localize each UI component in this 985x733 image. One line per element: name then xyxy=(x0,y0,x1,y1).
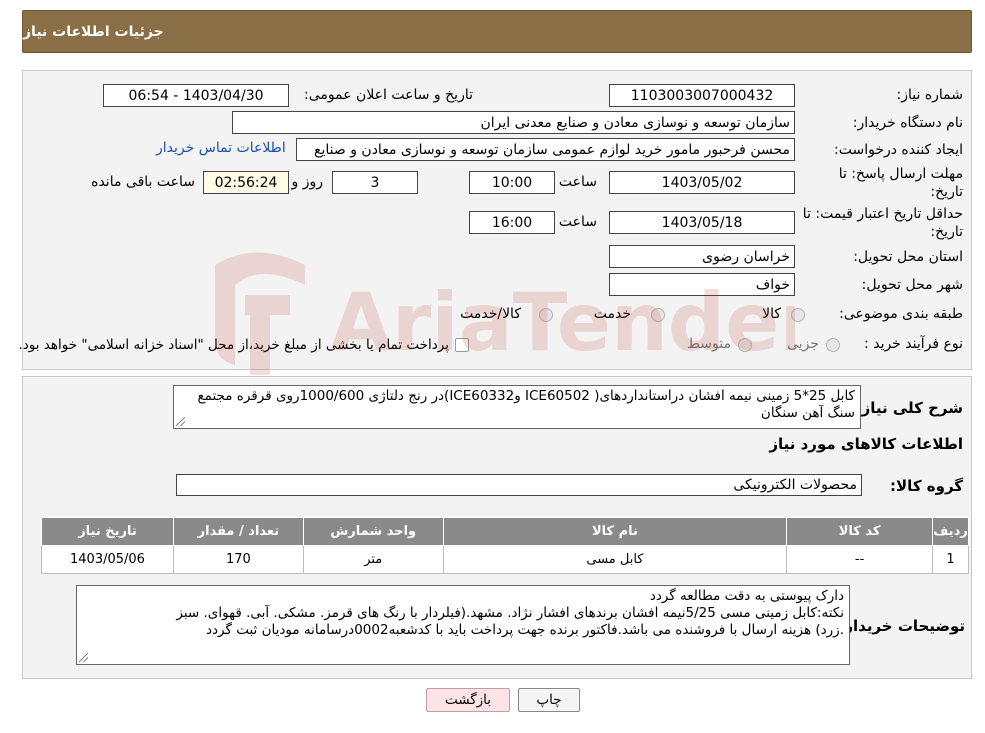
buyer-notes-textarea: دارک پیوستی به دقت مطالعه گردد نکته:کابل… xyxy=(76,585,850,665)
goods-group-label: گروه کالا: xyxy=(890,477,963,495)
province-label: استان محل تحویل: xyxy=(853,249,963,265)
validity-date-field: 1403/05/18 xyxy=(609,211,795,234)
back-button[interactable]: بازگشت xyxy=(426,688,510,712)
goods-section-title: اطلاعات کالاهای مورد نیاز xyxy=(769,435,963,453)
cell-code: -- xyxy=(786,545,934,574)
category-radio-service[interactable] xyxy=(651,308,665,322)
table-row: 1 -- کابل مسی متر 170 1403/05/06 xyxy=(41,545,969,574)
goods-group-field: محصولات الکترونیکی xyxy=(176,474,862,496)
treasury-checkbox[interactable] xyxy=(455,338,469,352)
creator-label: ایجاد کننده درخواست: xyxy=(834,142,963,158)
cell-row: 1 xyxy=(932,545,969,574)
category-radio-goods-service[interactable] xyxy=(539,308,553,322)
goods-table-header: ردیف کد کالا نام کالا واحد شمارش تعداد /… xyxy=(41,517,969,546)
remaining-label: ساعت باقی مانده xyxy=(91,174,195,190)
goods-table: ردیف کد کالا نام کالا واحد شمارش تعداد /… xyxy=(41,517,969,574)
remaining-time-field: 02:56:24 xyxy=(203,171,289,194)
reply-deadline-label: مهلت ارسال پاسخ: تا xyxy=(838,166,963,182)
col-row: ردیف xyxy=(932,517,969,546)
validity-time-label: ساعت xyxy=(558,214,597,230)
buyer-notes-line-2: نکته:کابل زمینی مسی 5/25نیمه افشان برنده… xyxy=(176,605,844,621)
reply-time-field: 10:00 xyxy=(469,171,555,194)
purchase-note: پرداخت تمام یا بخشی از مبلغ خرید،از محل … xyxy=(18,337,449,353)
cell-qty: 170 xyxy=(172,545,304,574)
city-field: خواف xyxy=(609,273,795,296)
col-code: کد کالا xyxy=(786,517,934,546)
need-number-label: شماره نیاز: xyxy=(896,87,964,103)
announce-label: تاریخ و ساعت اعلان عمومی: xyxy=(304,87,473,103)
purchase-option-medium: متوسط xyxy=(687,336,731,352)
announce-datetime-field: 1403/04/30 - 06:54 xyxy=(103,84,289,107)
reply-deadline-label-2: تاریخ: xyxy=(930,184,963,200)
reply-date-field: 1403/05/02 xyxy=(609,171,795,194)
page-title: جزئیات اطلاعات نیاز xyxy=(23,23,164,40)
purchase-option-minor: جزیی xyxy=(787,336,819,352)
buyer-notes-line-3: .زرد) هزینه ارسال با فروشنده می باشد.فاک… xyxy=(206,622,844,638)
col-unit: واحد شمارش xyxy=(302,517,444,546)
validity-time-field: 16:00 xyxy=(469,211,555,234)
category-option-goods: کالا xyxy=(762,306,781,322)
description-label: شرح کلی نیاز: xyxy=(855,399,963,417)
resize-grip-icon[interactable] xyxy=(79,653,88,662)
need-info-panel: شماره نیاز: 1103003007000432 تاریخ و ساع… xyxy=(18,70,972,370)
city-label: شهر محل تحویل: xyxy=(861,277,963,293)
cell-unit: متر xyxy=(302,545,444,574)
page-title-bar: جزئیات اطلاعات نیاز xyxy=(22,10,972,53)
reply-time-label: ساعت xyxy=(558,174,597,190)
category-label: طبقه بندی موضوعی: xyxy=(839,306,963,322)
buyer-org-label: نام دستگاه خریدار: xyxy=(852,115,963,131)
cell-date: 1403/05/06 xyxy=(41,545,174,574)
category-option-goods-service: کالا/خدمت xyxy=(460,306,521,322)
category-option-service: خدمت xyxy=(593,306,631,322)
cell-name: کابل مسی xyxy=(442,545,788,574)
price-validity-label-2: تاریخ: xyxy=(930,224,963,240)
resize-grip-icon[interactable] xyxy=(176,417,185,426)
col-qty: تعداد / مقدار xyxy=(172,517,304,546)
goods-panel: شرح کلی نیاز: کابل 25*5 زمینی نیمه افشان… xyxy=(22,376,972,679)
purchase-type-label: نوع فرآیند خرید : xyxy=(864,336,963,352)
remaining-days-field: 3 xyxy=(332,171,418,194)
need-number-field: 1103003007000432 xyxy=(609,84,795,107)
category-radio-goods[interactable] xyxy=(791,308,805,322)
buyer-org-field: سازمان توسعه و نوسازی معادن و صنایع معدن… xyxy=(232,111,795,134)
price-validity-label: حداقل تاریخ اعتبار قیمت: تا xyxy=(802,206,963,222)
print-button[interactable]: چاپ xyxy=(518,688,580,712)
buyer-notes-line-1: دارک پیوستی به دقت مطالعه گردد xyxy=(649,588,844,604)
col-date: تاریخ نیاز xyxy=(41,517,174,546)
col-name: نام کالا xyxy=(442,517,788,546)
days-label: روز و xyxy=(291,174,324,190)
buyer-notes-label: توضیحات خریدار: xyxy=(838,617,965,635)
description-textarea: کابل 25*5 زمینی نیمه افشان دراستانداردها… xyxy=(173,385,861,429)
purchase-radio-minor[interactable] xyxy=(826,338,840,352)
province-field: خراسان رضوی xyxy=(609,245,795,268)
description-text: کابل 25*5 زمینی نیمه افشان دراستانداردها… xyxy=(197,388,855,421)
buyer-contact-link[interactable]: اطلاعات تماس خریدار xyxy=(156,140,286,156)
purchase-radio-medium[interactable] xyxy=(738,338,752,352)
creator-field: محسن فرحبور مامور خرید لوازم عمومی سازما… xyxy=(296,138,795,161)
